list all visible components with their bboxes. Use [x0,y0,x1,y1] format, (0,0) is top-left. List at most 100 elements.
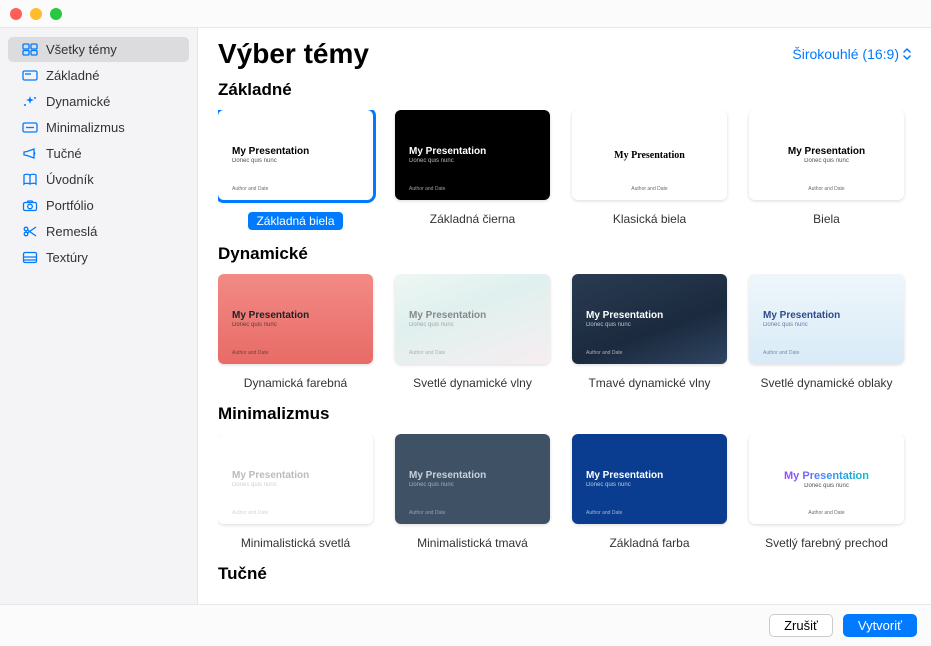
sidebar-item-1[interactable]: Základné [8,63,189,88]
template-thumbnail: My PresentationDonec quis nuncAuthor and… [749,434,904,524]
template-thumbnail: My PresentationDonec quis nuncAuthor and… [572,274,727,364]
slide-title: My Presentation [409,146,536,157]
sparkle-icon [22,95,38,108]
sidebar-item-label: Základné [46,68,99,83]
sidebar-item-8[interactable]: Textúry [8,245,189,270]
template-label: Tmavé dynamické vlny [588,376,710,390]
book-icon [22,173,38,186]
slide-title: My Presentation [232,470,359,481]
titlebar [0,0,931,28]
template-label: Minimalistická svetlá [241,536,350,550]
texture-icon [22,251,38,264]
template-label: Klasická biela [613,212,686,226]
slide-title: My Presentation [788,146,865,157]
slide-author: Author and Date [749,186,904,192]
template-label: Dynamická farebná [244,376,347,390]
template-label: Biela [813,212,840,226]
close-window-button[interactable] [10,8,22,20]
template-thumbnail: My PresentationDonec quis nuncAuthor and… [749,274,904,364]
traffic-lights [10,8,62,20]
template-label: Základná farba [609,536,689,550]
category-3: Tučné [218,564,911,584]
footer: Zrušiť Vytvoriť [0,604,931,646]
slide-author: Author and Date [232,186,268,192]
template-row: My PresentationDonec quis nuncAuthor and… [218,274,911,390]
template-label: Svetlý farebný prechod [765,536,888,550]
sidebar-item-0[interactable]: Všetky témy [8,37,189,62]
scissors-icon [22,225,38,238]
sidebar-item-6[interactable]: Portfólio [8,193,189,218]
template-item[interactable]: My PresentationDonec quis nuncAuthor and… [749,274,904,390]
category-title: Minimalizmus [218,404,911,424]
minimize-window-button[interactable] [30,8,42,20]
slide-subtitle: Donec quis nunc [409,158,536,164]
template-label: Základná čierna [430,212,515,226]
slide-title: My Presentation [409,310,536,321]
template-thumbnail: My PresentationDonec quis nuncAuthor and… [395,274,550,364]
page-title: Výber témy [218,38,369,70]
template-label: Svetlé dynamické oblaky [760,376,892,390]
slide-title: My Presentation [409,470,536,481]
template-item[interactable]: My PresentationDonec quis nunc Author and… [218,110,373,230]
slide-author: Author and Date [232,510,268,516]
template-item[interactable]: My PresentationAuthor and DateKlasická b… [572,110,727,230]
template-thumbnail: My PresentationDonec quis nunc Author and… [395,110,550,200]
sidebar-item-label: Dynamické [46,94,110,109]
template-item[interactable]: My PresentationDonec quis nuncAuthor and… [218,274,373,390]
sidebar-item-2[interactable]: Dynamické [8,89,189,114]
slide-title: My Presentation [232,310,359,321]
slide-title: My Presentation [614,150,685,161]
category-title: Dynamické [218,244,911,264]
template-item[interactable]: My PresentationDonec quis nuncAuthor and… [395,274,550,390]
slide-author: Author and Date [749,510,904,516]
slide-subtitle: Donec quis nunc [804,158,849,164]
sidebar-item-label: Portfólio [46,198,94,213]
template-thumbnail: My PresentationDonec quis nuncAuthor and… [218,434,373,524]
grid-icon [22,43,38,56]
slide-title: My Presentation [232,146,359,157]
slide-author: Author and Date [586,350,622,356]
template-row: My PresentationDonec quis nuncAuthor and… [218,434,911,550]
card-icon [22,69,38,82]
category-0: ZákladnéMy PresentationDonec quis nuncAu… [218,80,911,230]
maximize-window-button[interactable] [50,8,62,20]
sidebar-item-5[interactable]: Úvodník [8,167,189,192]
slide-subtitle: Donec quis nunc [232,158,359,164]
template-thumbnail: My PresentationDonec quis nunc Author and… [218,110,373,200]
camera-icon [22,199,38,212]
slide-author: Author and Date [409,186,445,192]
sidebar-item-label: Minimalizmus [46,120,125,135]
template-thumbnail: My PresentationDonec quis nuncAuthor and… [395,434,550,524]
chevron-updown-icon [903,48,911,60]
aspect-ratio-button[interactable]: Širokouhlé (16:9) [792,46,911,62]
template-item[interactable]: My PresentationDonec quis nunc Author and… [395,110,550,230]
slide-title: My Presentation [586,470,713,481]
sidebar-item-label: Remeslá [46,224,97,239]
sidebar-item-3[interactable]: Minimalizmus [8,115,189,140]
sidebar-item-label: Úvodník [46,172,94,187]
sidebar-item-label: Textúry [46,250,88,265]
create-button[interactable]: Vytvoriť [843,614,917,637]
main-content: Výber témy Širokouhlé (16:9) Základné My … [198,28,931,604]
sidebar-item-4[interactable]: Tučné [8,141,189,166]
slide-title: My Presentation [784,470,869,482]
template-item[interactable]: My PresentationDonec quis nuncAuthor and… [572,434,727,550]
template-item[interactable]: My PresentationDonec quis nunc Author and… [749,110,904,230]
slide-author: Author and Date [232,350,268,356]
template-item[interactable]: My PresentationDonec quis nuncAuthor and… [395,434,550,550]
line-icon [22,121,38,134]
cancel-button[interactable]: Zrušiť [769,614,833,637]
sidebar-item-7[interactable]: Remeslá [8,219,189,244]
sidebar-item-label: Všetky témy [46,42,117,57]
category-1: Dynamické My PresentationDonec quis nuncA… [218,244,911,390]
template-label: Svetlé dynamické vlny [413,376,532,390]
template-item[interactable]: My PresentationDonec quis nuncAuthor and… [572,274,727,390]
slide-title: My Presentation [586,310,713,321]
megaphone-icon [22,147,38,160]
slide-title: My Presentation [763,310,890,321]
slide-author: Author and Date [763,350,799,356]
template-item[interactable]: My PresentationDonec quis nuncAuthor and… [218,434,373,550]
category-title: Základné [218,80,911,100]
template-label: Základná biela [248,212,342,230]
template-item[interactable]: My PresentationDonec quis nuncAuthor and… [749,434,904,550]
